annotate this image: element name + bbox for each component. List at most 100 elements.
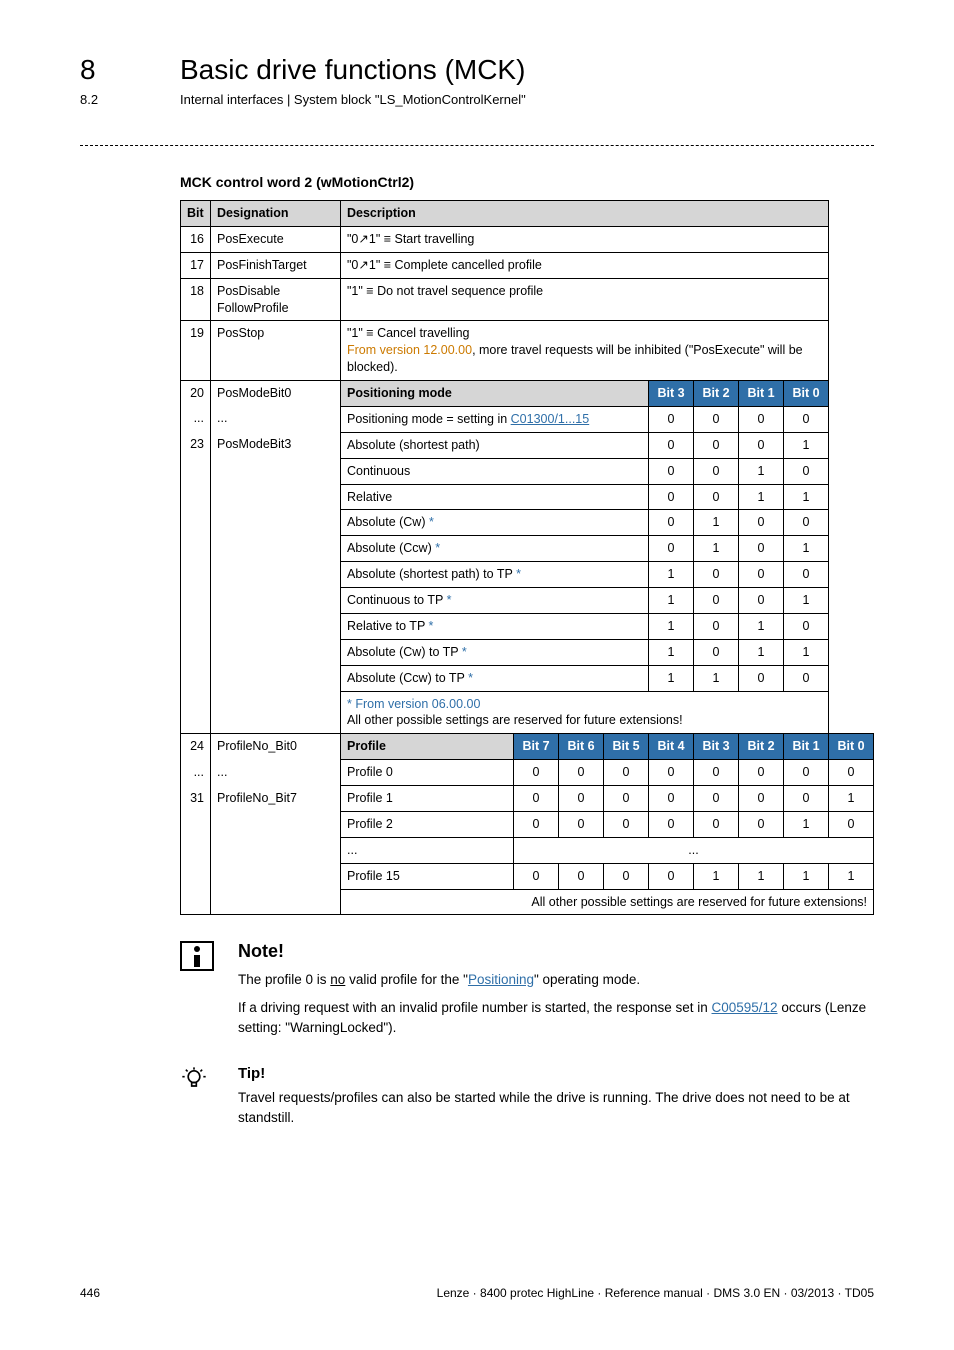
cell: Bit 1 (784, 734, 829, 760)
text: Absolute (Cw) (347, 515, 426, 529)
cell: 0 (784, 786, 829, 812)
cell: 0 (649, 786, 694, 812)
cell (181, 613, 211, 639)
cell: 0 (649, 863, 694, 889)
cell: 0 (604, 863, 649, 889)
cell: 0 (784, 458, 829, 484)
cell: 0 (604, 811, 649, 837)
cell: All other possible settings are reserved… (341, 889, 874, 915)
cell (211, 639, 341, 665)
cell: 0 (784, 510, 829, 536)
cell (211, 837, 341, 863)
cell: ProfileNo_Bit7 (211, 786, 341, 812)
section-number: 8.2 (80, 92, 180, 107)
star-icon: * (432, 541, 440, 555)
table-row: Continuous to TP *1001 (181, 588, 874, 614)
th-bit: Bit (181, 201, 211, 227)
table-row: Profile 15 00001111 (181, 863, 874, 889)
cell: 0 (559, 811, 604, 837)
cell: "0↗1" ≡ Start travelling (341, 226, 829, 252)
table-row: Continuous0010 (181, 458, 874, 484)
cell (211, 562, 341, 588)
cell: 1 (649, 562, 694, 588)
cell (181, 665, 211, 691)
cell: 0 (739, 760, 784, 786)
cell (181, 639, 211, 665)
table-row: ... ... Profile 0 00000000 (181, 760, 874, 786)
profile-table: ... ... Profile 0 00000000 31 ProfileNo_… (180, 759, 874, 915)
star-icon: * (458, 645, 466, 659)
chapter-title: Basic drive functions (MCK) (180, 54, 525, 86)
cell: 1 (649, 639, 694, 665)
text: no (330, 972, 345, 987)
cell: 1 (784, 432, 829, 458)
cell: 0 (604, 760, 649, 786)
cell: Relative to TP * (341, 613, 649, 639)
text: Relative to TP (347, 619, 425, 633)
cell: Bit 7 (514, 734, 559, 760)
cell (211, 458, 341, 484)
table-row: ... ... (181, 837, 874, 863)
link[interactable]: C00595/12 (712, 1000, 778, 1015)
text: Absolute (Ccw) (347, 541, 432, 555)
star-icon: * (465, 671, 473, 685)
note-paragraph: If a driving request with an invalid pro… (238, 998, 874, 1037)
cell (181, 562, 211, 588)
cell: 1 (829, 863, 874, 889)
table-row: 24 ProfileNo_Bit0 Profile Bit 7 Bit 6 Bi… (181, 734, 874, 760)
cell: Continuous (341, 458, 649, 484)
cell (181, 536, 211, 562)
cell: Bit 3 (649, 381, 694, 407)
cell: ... (211, 406, 341, 432)
cell: 1 (694, 863, 739, 889)
link[interactable]: C01300/1...15 (511, 412, 590, 426)
text: Continuous to TP (347, 593, 443, 607)
table-row: Absolute (Cw) *0100 (181, 510, 874, 536)
cell: 0 (784, 760, 829, 786)
cell: 1 (649, 613, 694, 639)
cell: Absolute (Cw) * (341, 510, 649, 536)
cell: 0 (694, 432, 739, 458)
tip-text: Travel requests/profiles can also be sta… (238, 1088, 874, 1127)
cell: 1 (829, 786, 874, 812)
cell: 0 (649, 406, 694, 432)
text: " operating mode. (534, 972, 640, 987)
cell: 0 (694, 562, 739, 588)
cell: 0 (784, 562, 829, 588)
cell (211, 510, 341, 536)
cell: PosModeBit0 (211, 381, 341, 407)
table-row: Relative to TP *1010 (181, 613, 874, 639)
cell: 1 (694, 665, 739, 691)
cell (211, 889, 341, 915)
link[interactable]: Positioning (468, 972, 534, 987)
subsection-title: MCK control word 2 (wMotionCtrl2) (180, 174, 874, 190)
cell: Bit 0 (829, 734, 874, 760)
cell: 1 (694, 510, 739, 536)
cell: 16 (181, 226, 211, 252)
star-icon: * (425, 619, 433, 633)
text: Absolute (shortest path) to TP (347, 567, 513, 581)
cell: "1" ≡ Cancel travelling From version 12.… (341, 321, 829, 381)
cell: PosFinishTarget (211, 252, 341, 278)
cell: 0 (649, 458, 694, 484)
cell: 31 (181, 786, 211, 812)
table-row: 18 PosDisable FollowProfile "1" ≡ Do not… (181, 278, 874, 321)
table-row: Relative0011 (181, 484, 874, 510)
cell: 0 (649, 760, 694, 786)
cell: 0 (694, 811, 739, 837)
cell: 0 (694, 588, 739, 614)
cell: 20 (181, 381, 211, 407)
cell: 0 (694, 458, 739, 484)
cell: 0 (649, 432, 694, 458)
cell: 1 (739, 863, 784, 889)
cell: ... (341, 837, 514, 863)
cell: Continuous to TP * (341, 588, 649, 614)
cell: PosDisable FollowProfile (211, 278, 341, 321)
cell: 0 (514, 863, 559, 889)
table-row: 31 ProfileNo_Bit7 Profile 1 00000001 (181, 786, 874, 812)
text: All other possible settings are reserved… (347, 713, 683, 727)
cell: 0 (604, 786, 649, 812)
cell: 0 (559, 760, 604, 786)
cell (181, 811, 211, 837)
table-row: 19 PosStop "1" ≡ Cancel travelling From … (181, 321, 874, 381)
